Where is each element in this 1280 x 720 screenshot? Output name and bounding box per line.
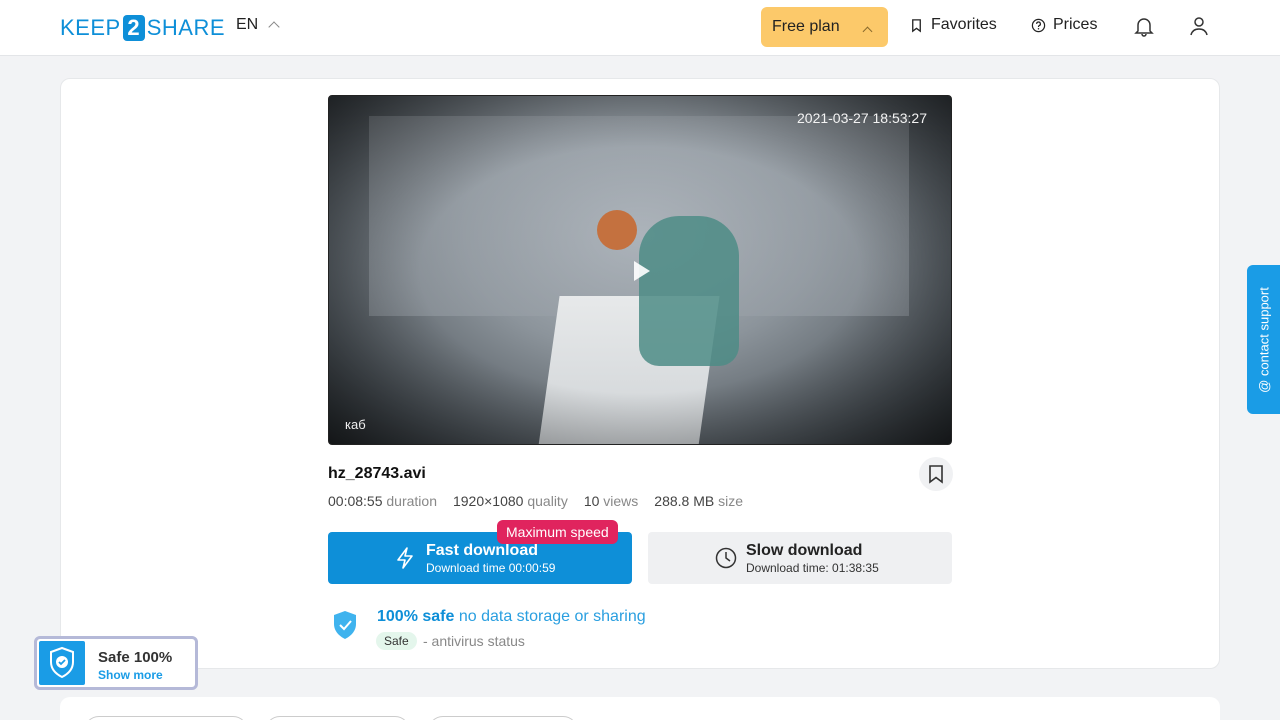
size-value: 288.8 MB (654, 493, 715, 509)
duration-value: 00:08:55 (328, 493, 383, 509)
safe-widget-title: Safe 100% (98, 649, 173, 666)
favorites-label: Favorites (931, 16, 997, 33)
prices-label: Prices (1053, 16, 1098, 33)
lightning-icon (397, 547, 413, 569)
safety-headline: 100% safe no data storage or sharing (377, 608, 646, 626)
antivirus-note: - antivirus status (423, 633, 525, 649)
bottom-tab-pill[interactable] (84, 716, 248, 720)
chevron-up-icon (862, 26, 873, 37)
bookmark-icon (929, 465, 943, 484)
safety-rest: no data storage or sharing (458, 608, 646, 625)
chevron-up-icon (268, 21, 280, 33)
file-name: hz_28743.avi (328, 465, 426, 482)
safety-strong: 100% safe (377, 608, 455, 625)
video-camera-label: каб (345, 417, 366, 432)
slow-download-button[interactable]: Slow download Download time: 01:38:35 (648, 532, 952, 584)
maximum-speed-badge: Maximum speed (497, 520, 618, 544)
meta-duration: 00:08:55 duration (328, 493, 437, 509)
quality-value: 1920×1080 (452, 493, 524, 509)
shield-check-icon (334, 611, 356, 639)
views-label: views (603, 493, 639, 509)
file-meta: 00:08:55 duration 1920×1080 quality 10 v… (328, 493, 743, 509)
bottom-tab-pill[interactable] (265, 716, 410, 720)
fast-download-title: Fast download (426, 542, 538, 559)
bookmark-button[interactable] (919, 457, 953, 491)
top-header: KEEP 2 SHARE EN Free plan Favorites Pric… (0, 0, 1280, 56)
safe-widget-show-more[interactable]: Show more (98, 668, 163, 682)
shield-check-icon (50, 646, 74, 679)
play-icon[interactable] (634, 261, 650, 281)
free-plan-label: Free plan (772, 18, 840, 35)
language-selector[interactable]: EN (236, 16, 280, 34)
logo-text-2: 2 (122, 15, 145, 41)
video-timestamp: 2021-03-27 18:53:27 (797, 110, 927, 126)
duration-label: duration (386, 493, 437, 509)
bottom-card (60, 697, 1220, 720)
meta-views: 10 views (584, 493, 638, 509)
safe-widget[interactable]: Safe 100% Show more (34, 636, 198, 690)
favorites-link[interactable]: Favorites (909, 16, 997, 34)
logo-text-share: SHARE (146, 15, 225, 40)
size-label: size (718, 493, 744, 509)
prices-link[interactable]: Prices (1031, 16, 1097, 34)
contact-support-tab[interactable]: @ contact support (1247, 265, 1280, 414)
meta-quality: 1920×1080 quality (453, 493, 568, 509)
question-circle-icon (1031, 18, 1046, 32)
video-preview[interactable]: 2021-03-27 18:53:27 каб (328, 95, 952, 445)
slow-download-time: Download time: 01:38:35 (746, 561, 879, 575)
fast-download-time: Download time 00:00:59 (426, 561, 556, 575)
clock-icon (715, 547, 737, 569)
bottom-tab-pill[interactable] (428, 716, 578, 720)
bell-icon[interactable] (1132, 14, 1156, 38)
antivirus-pill: Safe (376, 632, 417, 650)
logo[interactable]: KEEP 2 SHARE (60, 14, 225, 42)
slow-download-title: Slow download (746, 542, 863, 559)
quality-label: quality (527, 493, 568, 509)
views-value: 10 (583, 493, 600, 509)
language-label: EN (236, 16, 259, 33)
safe-widget-badge (39, 641, 85, 685)
bookmark-icon (912, 18, 921, 32)
user-icon[interactable] (1187, 14, 1211, 38)
free-plan-button[interactable]: Free plan (761, 7, 888, 47)
logo-text-keep: KEEP (60, 15, 121, 40)
contact-support-label: @ contact support (1256, 286, 1271, 393)
meta-size: 288.8 MB size (654, 493, 743, 509)
